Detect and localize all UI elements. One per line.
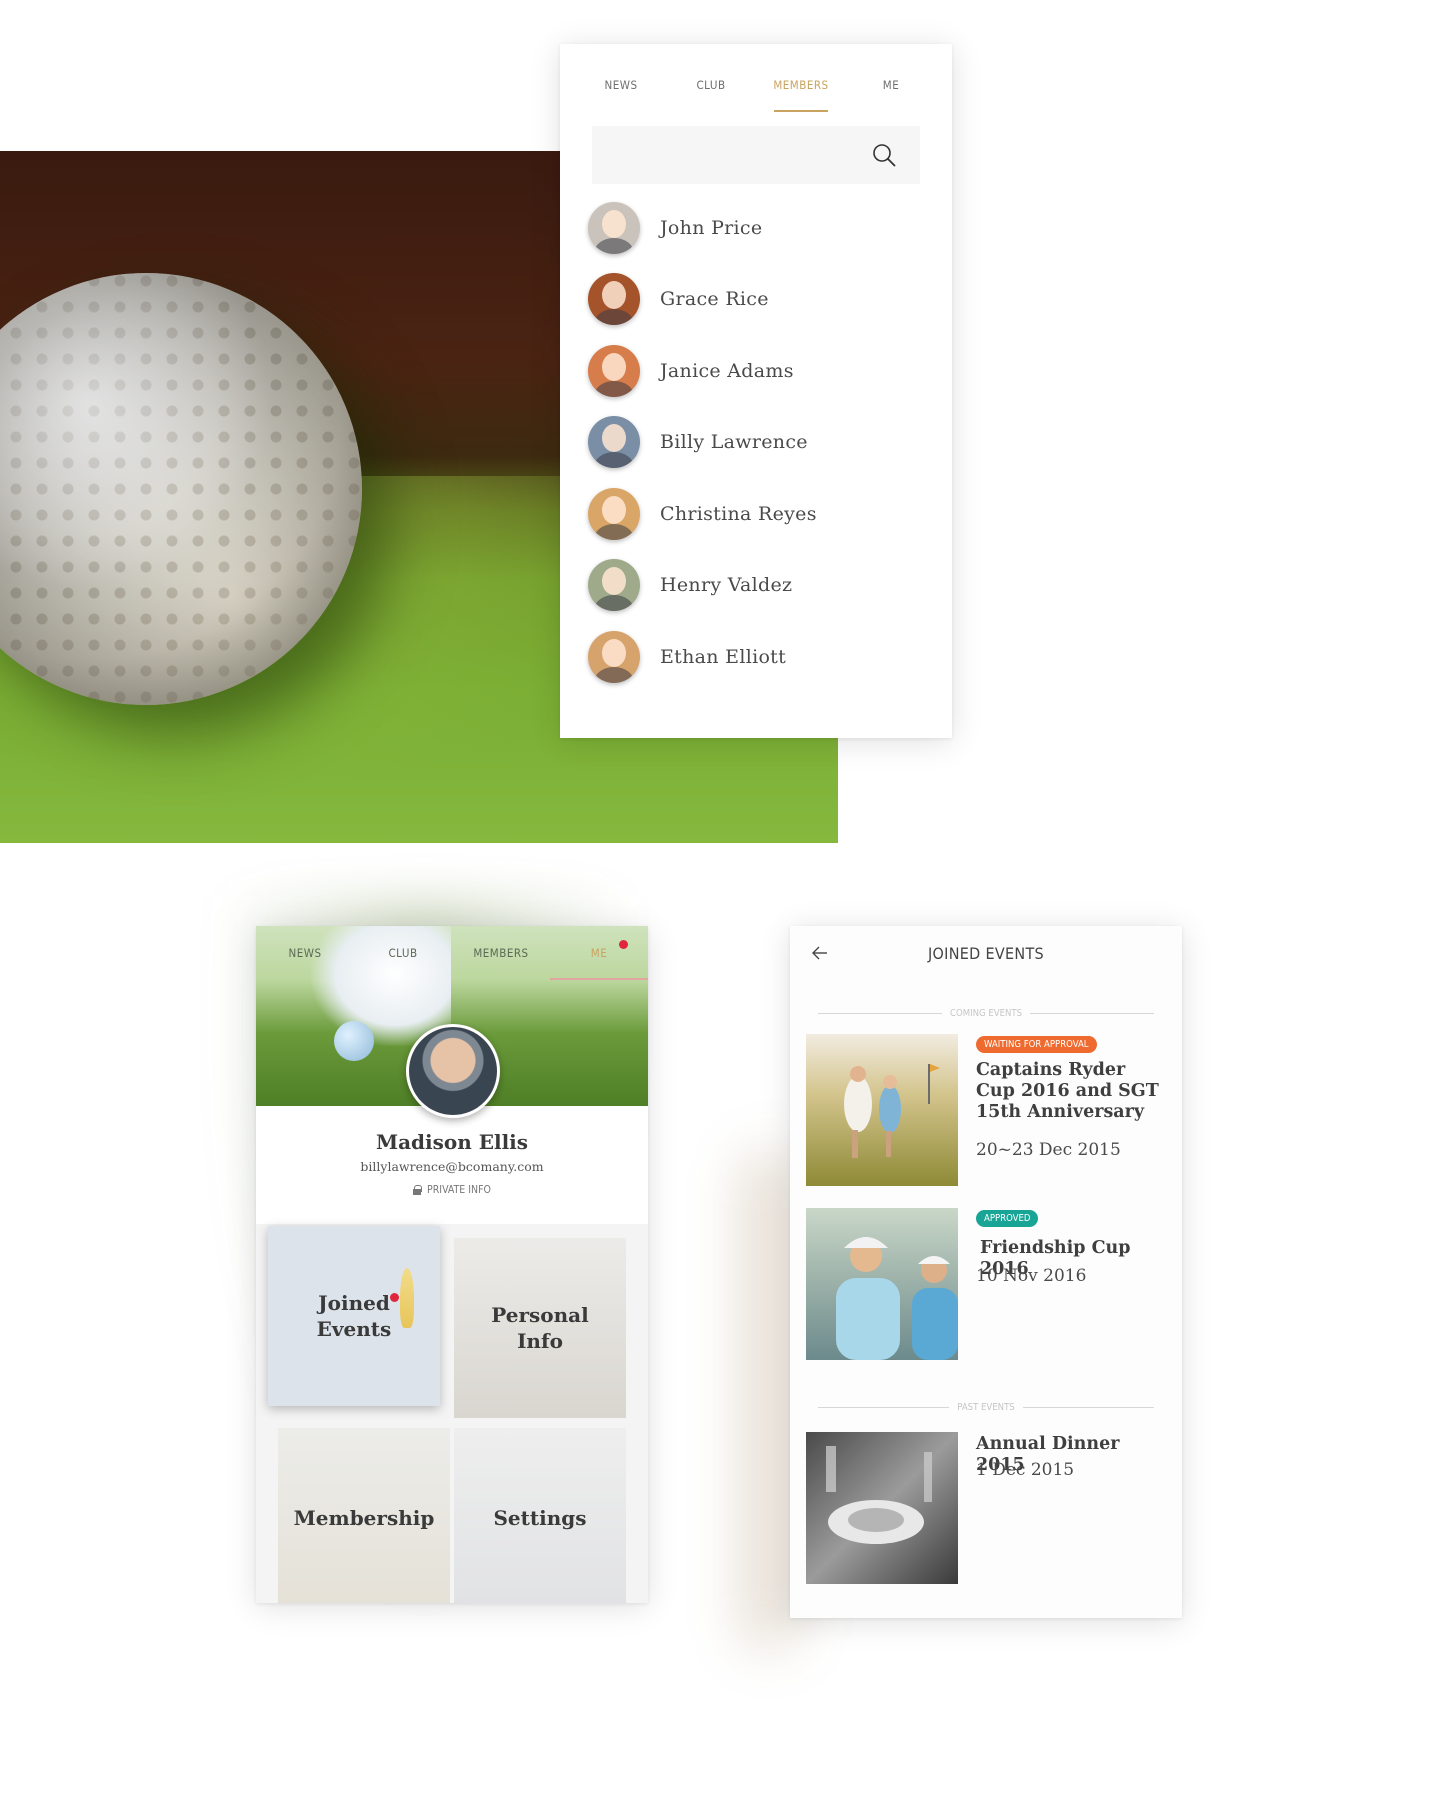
tab-club[interactable]: CLUB — [354, 926, 452, 980]
tab-members[interactable]: MEMBERS — [452, 926, 550, 980]
avatar — [588, 344, 640, 397]
joined-events-tile[interactable]: Joined Events — [268, 1226, 440, 1406]
list-item-member[interactable]: Janice Adams — [560, 335, 952, 407]
personal-info-tile[interactable]: Personal Info — [454, 1238, 626, 1418]
event-card[interactable]: Annual Dinner 2015 1 Dec 2015 — [806, 1432, 1166, 1584]
member-list: John Price Grace Rice Janice Adams Billy… — [560, 192, 952, 693]
members-tab-bar: NEWS CLUB MEMBERS ME — [576, 58, 936, 112]
past-events-label: PAST EVENTS — [957, 1402, 1015, 1413]
page-title: JOINED EVENTS — [928, 944, 1044, 963]
tab-news[interactable]: NEWS — [576, 58, 666, 112]
event-title: Captains Ryder Cup 2016 and SGT 15th Ann… — [976, 1060, 1159, 1122]
member-name: Christina Reyes — [660, 502, 817, 525]
event-thumbnail — [806, 1208, 958, 1360]
list-item-member[interactable]: Ethan Elliott — [560, 621, 952, 693]
tab-news[interactable]: NEWS — [256, 926, 354, 980]
status-badge: APPROVED — [976, 1210, 1039, 1227]
settings-label: Settings — [493, 1506, 587, 1530]
lock-icon — [413, 1185, 423, 1195]
member-search-input[interactable] — [592, 126, 920, 184]
list-item-member[interactable]: John Price — [560, 192, 952, 264]
private-info-text: PRIVATE INFO — [427, 1184, 491, 1196]
list-item-member[interactable]: Grace Rice — [560, 264, 952, 336]
members-screen: NEWS CLUB MEMBERS ME John Price Grace Ri… — [560, 44, 952, 738]
event-card[interactable]: WAITING FOR APPROVAL Captains Ryder Cup … — [806, 1034, 1166, 1186]
profile-email: billylawrence@bcomany.com — [360, 1159, 544, 1174]
avatar — [588, 487, 640, 540]
member-search-bar — [592, 126, 920, 184]
tab-me-label: ME — [590, 946, 608, 960]
avatar — [588, 201, 640, 254]
profile-name: Madison Ellis — [375, 1130, 529, 1154]
notification-dot — [619, 940, 628, 949]
list-item-member[interactable]: Christina Reyes — [560, 478, 952, 550]
profile-screen: NEWS CLUB MEMBERS ME Madison Ellis billy… — [256, 926, 648, 1603]
list-item-member[interactable]: Henry Valdez — [560, 550, 952, 622]
member-name: Henry Valdez — [660, 574, 793, 597]
joined-events-screen: JOINED EVENTS COMING EVENTS WAITING FOR … — [790, 926, 1182, 1618]
member-name: John Price — [660, 216, 763, 239]
member-name: Janice Adams — [660, 359, 794, 382]
events-header: JOINED EVENTS — [790, 926, 1182, 980]
avatar — [588, 630, 640, 683]
tab-club[interactable]: CLUB — [666, 58, 756, 112]
avatar — [588, 559, 640, 612]
coming-events-divider: COMING EVENTS — [818, 1008, 1154, 1019]
tab-me[interactable]: ME — [550, 926, 648, 980]
member-name: Billy Lawrence — [660, 431, 808, 454]
profile-avatar[interactable] — [406, 1024, 500, 1118]
notification-dot — [390, 1293, 399, 1302]
coming-events-label: COMING EVENTS — [950, 1008, 1023, 1019]
profile-tab-bar: NEWS CLUB MEMBERS ME — [256, 926, 648, 980]
search-icon[interactable] — [872, 143, 896, 167]
membership-label: Membership — [293, 1506, 435, 1530]
golf-ball-on-tee — [334, 1021, 374, 1061]
avatar — [588, 273, 640, 326]
event-date: 1 Dec 2015 — [976, 1460, 1075, 1480]
event-card[interactable]: APPROVED Friendship Cup 2016 10 Nov 2016 — [806, 1208, 1166, 1360]
status-badge: WAITING FOR APPROVAL — [976, 1036, 1097, 1053]
event-thumbnail — [806, 1034, 958, 1186]
member-name: Grace Rice — [660, 288, 769, 311]
joined-events-label: Joined Events — [316, 1291, 392, 1341]
past-events-divider: PAST EVENTS — [818, 1402, 1154, 1413]
event-thumbnail — [806, 1432, 958, 1584]
profile-info: Madison Ellis billylawrence@bcomany.com … — [256, 1106, 648, 1224]
event-date: 20~23 Dec 2015 — [976, 1140, 1121, 1160]
tab-me[interactable]: ME — [846, 58, 936, 112]
private-info-label: PRIVATE INFO — [413, 1184, 491, 1196]
settings-tile[interactable]: Settings — [454, 1428, 626, 1603]
member-name: Ethan Elliott — [660, 645, 787, 668]
membership-tile[interactable]: Membership — [278, 1428, 450, 1603]
list-item-member[interactable]: Billy Lawrence — [560, 407, 952, 479]
event-date: 10 Nov 2016 — [976, 1266, 1087, 1286]
avatar — [588, 416, 640, 469]
personal-info-label: Personal Info — [491, 1303, 589, 1353]
tab-members[interactable]: MEMBERS — [756, 58, 846, 112]
